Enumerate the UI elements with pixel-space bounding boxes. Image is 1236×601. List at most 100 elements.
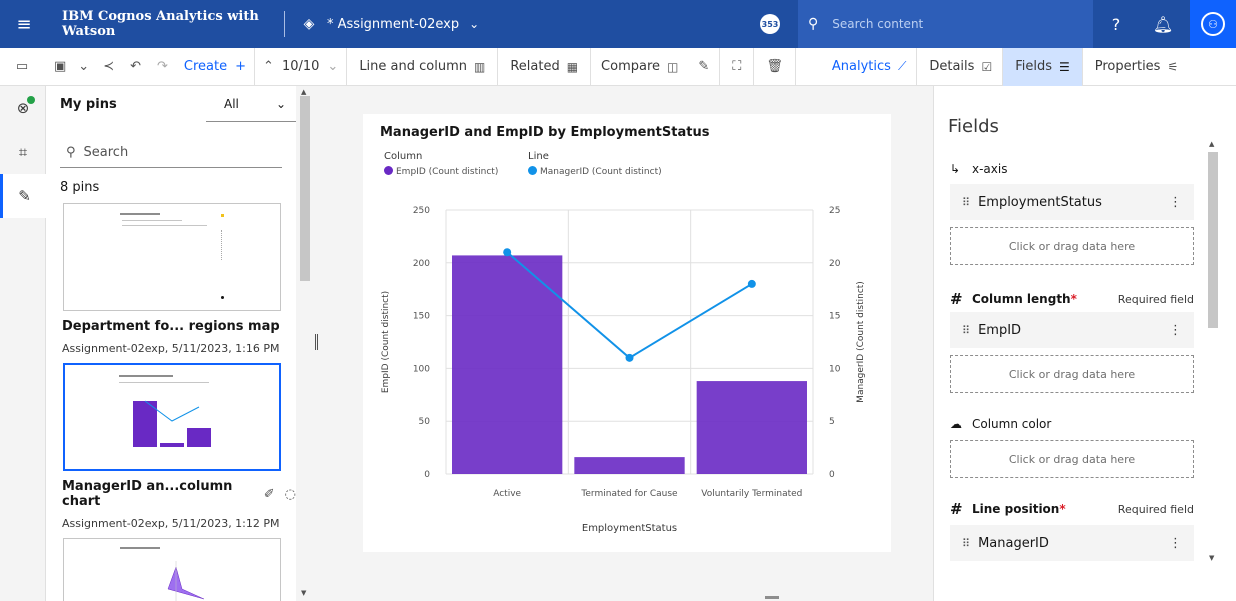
bar-terminated-for-cause — [574, 457, 685, 474]
help-icon[interactable]: ? — [1093, 0, 1139, 48]
pin-thumbnail[interactable] — [63, 538, 281, 601]
pin-icon[interactable]: ✎ — [688, 48, 719, 86]
properties-label: Properties — [1094, 59, 1161, 74]
save-icon[interactable]: ▣ — [44, 48, 72, 86]
more-icon[interactable]: ◌ — [285, 487, 296, 502]
number-icon: # — [950, 500, 963, 518]
scroll-up-icon[interactable]: ▲ — [1209, 140, 1214, 148]
bar-active — [452, 255, 563, 474]
drop-zone-column-color[interactable]: Click or drag data here — [950, 440, 1194, 478]
scroll-thumb[interactable] — [1208, 152, 1218, 328]
panel-resize-handle[interactable] — [313, 86, 321, 601]
slot-name: Line position — [972, 502, 1060, 516]
scroll-down-icon[interactable]: ▼ — [301, 589, 306, 597]
field-item-empid[interactable]: ⠿ EmpID ⋮ — [950, 312, 1194, 348]
pin-thumbnail[interactable] — [63, 203, 281, 311]
create-button[interactable]: Create + — [176, 48, 254, 86]
sources-icon[interactable]: ⊗ — [0, 86, 46, 130]
scroll-down-icon[interactable]: ▼ — [1209, 554, 1214, 562]
field-item-managerid[interactable]: ⠿ ManagerID ⋮ — [950, 525, 1194, 561]
pin-title-text: ManagerID an...column chart — [62, 479, 233, 509]
tab-properties[interactable]: Properties ⚟ — [1083, 48, 1186, 86]
line-point-0 — [503, 248, 512, 257]
required-marker: * — [1059, 502, 1066, 516]
edit-icon[interactable]: ✐ — [264, 487, 275, 502]
scroll-thumb[interactable] — [765, 596, 779, 599]
fields-panel: Fields ↳ x-axis ⠿ EmploymentStatus ⋮ Cli… — [933, 86, 1236, 601]
tab-fields[interactable]: Fields ☰ — [1003, 47, 1082, 86]
user-avatar[interactable]: ⚇ — [1190, 0, 1236, 48]
visualization-type-button[interactable]: Line and column ▥ — [347, 48, 497, 86]
pin-thumbnail-selected[interactable] — [63, 363, 281, 471]
asset-name[interactable]: * Assignment-02exp — [327, 17, 459, 32]
chevron-down-icon[interactable]: ⌄ — [327, 59, 338, 74]
chart-plot[interactable]: 0 50 100 150 200 250 0 5 10 15 20 25 Active Terminate… — [363, 114, 891, 552]
chevron-up-icon[interactable]: ⌃ — [263, 59, 274, 74]
analytics-icon: ⟋ — [897, 59, 907, 73]
line-position-slot-label: # Line position * Required field — [950, 500, 1194, 518]
chart-card[interactable]: ManagerID and EmpID by EmploymentStatus … — [363, 114, 891, 552]
filter-value: All — [224, 96, 239, 111]
line-point-2 — [747, 279, 756, 288]
field-name: EmpID — [978, 322, 1022, 338]
field-item-employmentstatus[interactable]: ⠿ EmploymentStatus ⋮ — [950, 184, 1194, 220]
status-dot — [27, 96, 35, 104]
left-rail: ⊗ ⌗ ✎ — [0, 86, 46, 601]
fields-scrollbar[interactable]: ▲ ▼ — [1206, 138, 1220, 566]
drop-zone-column-length[interactable]: Click or drag data here — [950, 355, 1194, 393]
search-bar[interactable]: ⚲ Search content — [798, 0, 1093, 48]
chevron-down-icon: ⌄ — [275, 96, 286, 111]
search-input[interactable]: Search content — [832, 17, 923, 31]
x-tick-label: Active — [493, 489, 521, 499]
overflow-menu-icon[interactable]: ⋮ — [1169, 323, 1182, 338]
menu-icon[interactable]: ≡ — [0, 0, 48, 48]
search-icon: ⚲ — [808, 16, 819, 32]
fields-label: Fields — [1015, 59, 1052, 74]
page-navigator[interactable]: ⌃ 10/10 ⌄ — [255, 48, 346, 86]
delete-icon[interactable]: 🗑︎ — [754, 48, 795, 86]
user-icon: ⚇ — [1201, 12, 1225, 36]
chevron-down-icon[interactable]: ⌄ — [469, 17, 479, 31]
scroll-thumb[interactable] — [300, 96, 310, 281]
scroll-up-icon[interactable]: ▲ — [301, 88, 306, 96]
compare-label: Compare — [601, 59, 661, 74]
y2-tick-label: 15 — [829, 312, 840, 322]
y2-tick-label: 0 — [829, 470, 835, 480]
y-tick-label: 150 — [413, 312, 430, 322]
notification-badge[interactable]: 353 — [760, 14, 780, 34]
pins-scrollbar[interactable]: ▲ ▼ — [297, 86, 313, 601]
properties-icon: ⚟ — [1167, 59, 1179, 74]
drop-zone-xaxis[interactable]: Click or drag data here — [950, 227, 1194, 265]
bell-icon[interactable]: 🔔︎ — [1140, 0, 1186, 48]
navigation-tree-icon[interactable]: ⌗ — [0, 130, 46, 174]
undo-icon[interactable]: ↶ — [122, 48, 149, 86]
pins-filter-dropdown[interactable]: All ⌄ — [206, 86, 296, 122]
drag-handle-icon[interactable]: ⠿ — [962, 196, 970, 209]
overflow-menu-icon[interactable]: ⋮ — [1169, 195, 1182, 210]
column-color-slot-label: ☁ Column color — [950, 417, 1194, 431]
canvas: ManagerID and EmpID by EmploymentStatus … — [321, 86, 933, 601]
pin-icon[interactable]: ✎ — [0, 174, 46, 218]
pin-title: Department fo... regions map — [62, 319, 280, 334]
y-axis-title: EmpID (Count distinct) — [381, 291, 391, 393]
overflow-menu-icon[interactable]: ⋮ — [1169, 536, 1182, 551]
canvas-scrollbar[interactable] — [321, 594, 933, 601]
chevron-down-icon[interactable]: ⌄ — [72, 48, 95, 86]
share-icon[interactable]: ≺ — [95, 48, 122, 86]
tab-details[interactable]: Details ☑ — [917, 48, 1002, 86]
drag-handle-icon[interactable]: ⠿ — [962, 324, 970, 337]
related-button[interactable]: Related ▦ — [498, 48, 590, 86]
drag-handle-icon[interactable]: ⠿ — [962, 537, 970, 550]
xaxis-slot-label: ↳ x-axis — [950, 162, 1194, 176]
comment-icon[interactable]: ▭ — [0, 48, 44, 86]
y-tick-label: 200 — [413, 259, 430, 269]
details-icon: ☑ — [981, 59, 993, 74]
pin-meta: Assignment-02exp, 5/11/2023, 1:12 PM — [62, 517, 280, 530]
tab-analytics[interactable]: Analytics ⟋ — [812, 48, 916, 86]
pins-search-input[interactable]: ⚲ Search — [60, 138, 282, 168]
compare-icon: ◫ — [667, 59, 679, 74]
number-icon: # — [950, 290, 963, 308]
redo-icon[interactable]: ↷ — [149, 48, 176, 86]
compare-button[interactable]: Compare ◫ — [591, 48, 688, 86]
expand-icon[interactable]: ⛶ — [720, 48, 753, 86]
